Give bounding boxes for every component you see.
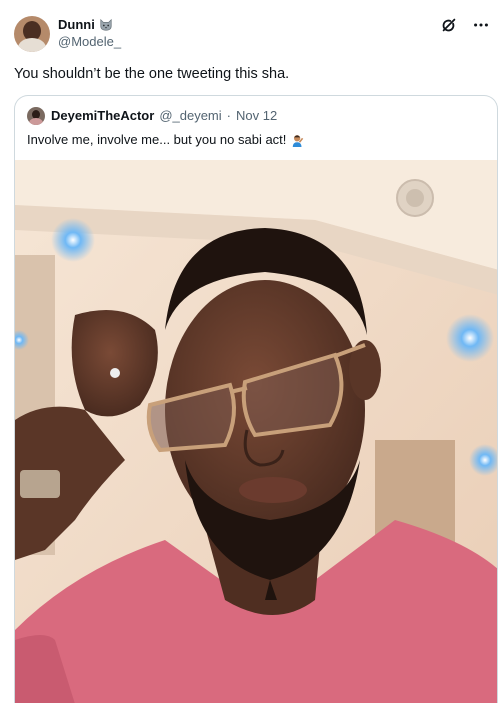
tweet-text: You shouldn’t be the one tweeting this s… <box>14 66 290 82</box>
author-name-row[interactable]: Dunni <box>58 17 113 32</box>
quoted-date[interactable]: Nov 12 <box>236 108 277 123</box>
more-icon[interactable] <box>472 16 490 34</box>
quoted-avatar[interactable] <box>27 107 45 125</box>
author-name[interactable]: Dunni <box>58 17 95 32</box>
author-handle[interactable]: @Modele_ <box>58 34 121 49</box>
quoted-photo[interactable] <box>15 160 498 703</box>
tweet: Dunni @Modele_ You shouldn’t be the one … <box>0 0 500 703</box>
person-facepalming-icon <box>293 134 304 147</box>
cat-face-icon <box>100 18 112 31</box>
author-avatar[interactable] <box>14 16 50 52</box>
quoted-header: DeyemiTheActor @_deyemi · Nov 12 <box>51 108 277 123</box>
quoted-author-name[interactable]: DeyemiTheActor <box>51 108 154 123</box>
grok-icon[interactable] <box>440 16 458 34</box>
quoted-author-handle[interactable]: @_deyemi <box>159 108 221 123</box>
tweet-actions <box>440 16 490 34</box>
quoted-text-row: Involve me, involve me... but you no sab… <box>27 132 305 147</box>
quoted-tweet[interactable]: DeyemiTheActor @_deyemi · Nov 12 Involve… <box>14 95 498 703</box>
dot-separator: · <box>226 108 231 123</box>
quoted-text: Involve me, involve me... but you no sab… <box>27 132 287 147</box>
